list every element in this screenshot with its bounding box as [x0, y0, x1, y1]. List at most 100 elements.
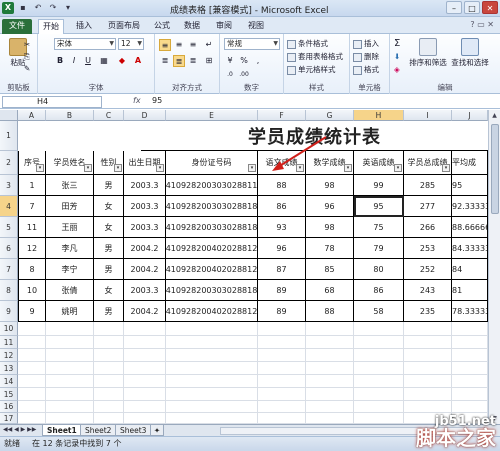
cell-gender[interactable]: 男 [94, 238, 124, 259]
header-cell-birthdate[interactable]: 出生日期 ▾ [124, 151, 166, 175]
empty-cell[interactable] [46, 388, 94, 401]
empty-cell[interactable] [354, 349, 404, 362]
fill-color-icon[interactable]: ◆ [116, 55, 128, 67]
cell-gender[interactable]: 女 [94, 196, 124, 217]
empty-cell[interactable] [452, 388, 488, 401]
row-header-1[interactable]: 1 [0, 121, 18, 151]
cell-chinese[interactable]: 87 [258, 259, 306, 280]
empty-cell[interactable] [404, 322, 452, 336]
empty-cell[interactable] [46, 413, 94, 424]
filter-dropdown-icon[interactable]: ▾ [36, 164, 44, 172]
filter-dropdown-icon[interactable]: ▾ [394, 164, 402, 172]
empty-cell[interactable] [166, 336, 258, 349]
cell-name[interactable]: 田芳 [46, 196, 94, 217]
scroll-up-icon[interactable]: ▲ [489, 110, 500, 121]
cell-birthdate[interactable]: 2003.3 [124, 196, 166, 217]
empty-cell[interactable] [46, 401, 94, 413]
cut-icon[interactable]: ✂ [24, 40, 30, 49]
empty-cell[interactable] [94, 336, 124, 349]
empty-cell[interactable] [354, 401, 404, 413]
align-top-icon[interactable]: ≡ [159, 39, 171, 51]
tab-data[interactable]: 数据 [180, 19, 204, 34]
cell-math[interactable]: 98 [306, 175, 354, 196]
empty-cell[interactable] [306, 401, 354, 413]
increase-decimal-icon[interactable]: .0 [224, 69, 236, 81]
cell-total[interactable]: 252 [404, 259, 452, 280]
empty-cell[interactable] [46, 362, 94, 375]
row-header-3[interactable]: 3 [0, 175, 18, 196]
empty-cell[interactable] [404, 388, 452, 401]
cell-average[interactable]: 95 [452, 175, 488, 196]
empty-cell[interactable] [124, 336, 166, 349]
empty-cell[interactable] [354, 336, 404, 349]
bold-button[interactable]: B [54, 55, 66, 67]
header-cell-average[interactable]: 平均成 [452, 151, 488, 175]
cell-gender[interactable]: 女 [94, 217, 124, 238]
align-left-icon[interactable]: ≣ [159, 55, 171, 67]
column-header-d[interactable]: D [124, 110, 166, 121]
row-header-17[interactable]: 17 [0, 413, 18, 424]
cell-english[interactable]: 58 [354, 301, 404, 322]
sheet-tab-3[interactable]: Sheet3 [115, 425, 152, 436]
cell-total[interactable]: 253 [404, 238, 452, 259]
empty-cell[interactable] [258, 375, 306, 388]
empty-cell[interactable] [166, 413, 258, 424]
select-all-corner[interactable] [0, 110, 18, 121]
help-icon[interactable]: ? ▭ ✕ [470, 20, 494, 29]
insert-cells-button[interactable]: 插入 [353, 38, 379, 49]
cell-seq[interactable]: 12 [18, 238, 46, 259]
empty-cell[interactable] [404, 375, 452, 388]
cell-seq[interactable]: 8 [18, 259, 46, 280]
empty-cell[interactable] [124, 322, 166, 336]
cell-math[interactable]: 68 [306, 280, 354, 301]
cell-gender[interactable]: 男 [94, 259, 124, 280]
worksheet-grid[interactable]: 学员成绩统计表 序号 ▾ 学员姓名 ▾ 性别 ▾ 出生日期 ▾ 身份证号码 ▾ 语文成绩 ▾… [18, 121, 488, 424]
empty-cell[interactable] [166, 349, 258, 362]
column-header-j[interactable]: J [452, 110, 488, 121]
cell-id-number[interactable]: 410928200402028812 [166, 301, 258, 322]
empty-cell[interactable] [258, 413, 306, 424]
cell-name[interactable]: 姚明 [46, 301, 94, 322]
empty-cell[interactable] [306, 336, 354, 349]
autosum-icon[interactable]: Σ [394, 38, 400, 49]
empty-cell[interactable] [258, 322, 306, 336]
empty-cell[interactable] [94, 349, 124, 362]
tab-home[interactable]: 开始 [38, 19, 64, 34]
find-select-button[interactable]: 查找和选择 [450, 38, 490, 68]
filter-dropdown-icon[interactable]: ▾ [114, 164, 122, 172]
cell-name[interactable]: 张倩 [46, 280, 94, 301]
border-icon[interactable]: ▦ [98, 55, 110, 67]
column-header-e[interactable]: E [166, 110, 258, 121]
empty-cell[interactable] [166, 362, 258, 375]
clear-icon[interactable]: ◈ [394, 65, 400, 74]
cell-average[interactable]: 88.66666 [452, 217, 488, 238]
cell-total[interactable]: 235 [404, 301, 452, 322]
empty-cell[interactable] [306, 349, 354, 362]
column-header-a[interactable]: A [18, 110, 46, 121]
cell-birthdate[interactable]: 2004.2 [124, 301, 166, 322]
cell-birthdate[interactable]: 2003.3 [124, 175, 166, 196]
align-middle-icon[interactable]: ≡ [173, 39, 185, 51]
decrease-decimal-icon[interactable]: .00 [238, 69, 250, 81]
cell-name[interactable]: 张三 [46, 175, 94, 196]
cell-english[interactable]: 75 [354, 217, 404, 238]
vertical-scrollbar[interactable]: ▲ ▼ [488, 110, 500, 424]
row-header-6[interactable]: 6 [0, 238, 18, 259]
align-right-icon[interactable]: ≣ [187, 55, 199, 67]
empty-cell[interactable] [354, 375, 404, 388]
empty-cell[interactable] [404, 336, 452, 349]
empty-cell[interactable] [124, 362, 166, 375]
column-header-h[interactable]: H [354, 110, 404, 121]
currency-icon[interactable]: ¥ [224, 55, 236, 67]
empty-cell[interactable] [18, 322, 46, 336]
empty-cell[interactable] [452, 336, 488, 349]
cell-gender[interactable]: 男 [94, 301, 124, 322]
empty-cell[interactable] [166, 388, 258, 401]
empty-cell[interactable] [258, 401, 306, 413]
cell-chinese[interactable]: 86 [258, 196, 306, 217]
maximize-icon[interactable]: □ [464, 1, 480, 14]
close-icon[interactable]: ✕ [482, 1, 498, 14]
tab-insert[interactable]: 插入 [72, 19, 96, 34]
filter-dropdown-icon[interactable]: ▾ [156, 164, 164, 172]
cell-total[interactable]: 277 [404, 196, 452, 217]
